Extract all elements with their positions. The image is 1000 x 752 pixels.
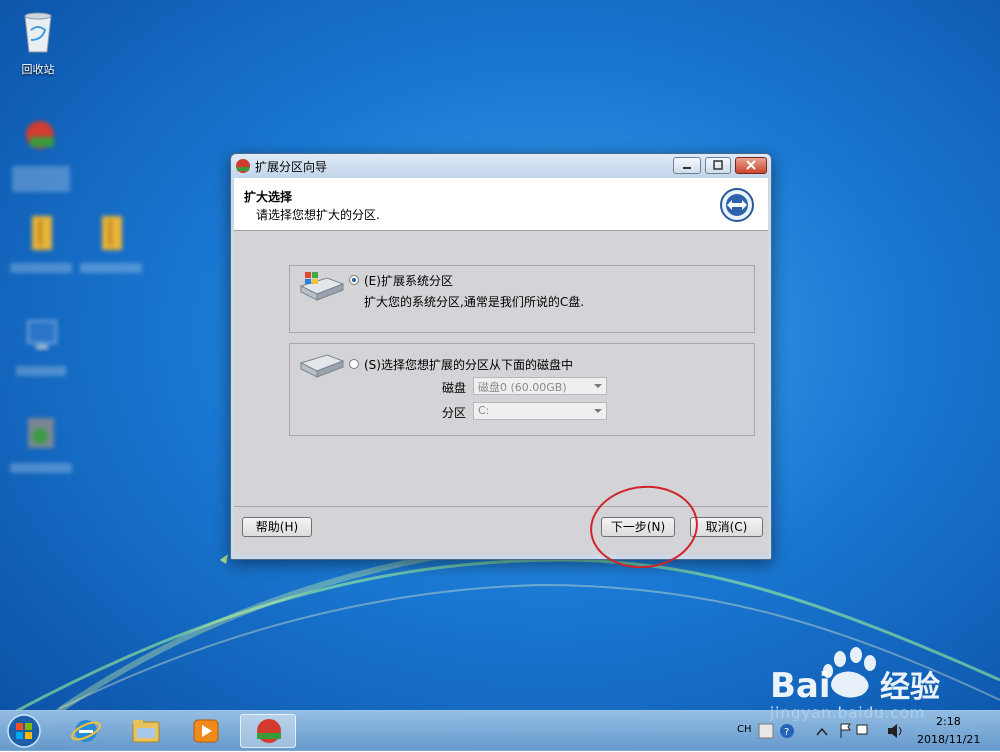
chevron-down-icon xyxy=(594,409,602,413)
title-bar[interactable]: 扩展分区向导 xyxy=(231,154,771,178)
maximize-icon xyxy=(713,160,723,170)
minimize-icon xyxy=(683,167,691,169)
disk-label: 磁盘 xyxy=(442,381,467,395)
setup-app-icon xyxy=(28,418,54,448)
disk-select[interactable]: 磁盘0 (60.00GB) xyxy=(473,377,607,395)
taskbar-media-player-button[interactable] xyxy=(178,714,234,748)
svg-text:经验: 经验 xyxy=(880,670,940,705)
window-title: 扩展分区向导 xyxy=(255,160,328,174)
radio-extend-system[interactable] xyxy=(349,275,359,285)
svg-text:?: ? xyxy=(784,727,789,738)
internet-explorer-icon xyxy=(71,720,101,742)
tray-icons: ? xyxy=(758,723,868,739)
system-drive-icon xyxy=(299,272,345,301)
partition-select[interactable]: C: xyxy=(473,402,607,420)
taskbar-explorer-button[interactable] xyxy=(118,714,174,748)
folder-zip-icon xyxy=(32,216,52,250)
folder-zip-icon xyxy=(102,216,122,250)
disk-select-value: 磁盘0 (60.00GB) xyxy=(478,381,567,394)
clock-time[interactable]: 2:18 xyxy=(936,715,961,728)
partition-select-value: C: xyxy=(478,404,490,417)
language-indicator[interactable]: CH xyxy=(737,724,752,735)
svg-text:Bai: Bai xyxy=(770,666,831,706)
partition-app-icon xyxy=(26,121,54,149)
resize-arrows-icon xyxy=(720,188,754,222)
partition-app-icon xyxy=(236,159,250,173)
page-title: 扩大选择 xyxy=(244,190,293,204)
desktop-shortcut-3[interactable] xyxy=(76,210,146,273)
partition-app-icon xyxy=(257,719,281,743)
desktop-shortcut-1[interactable] xyxy=(6,113,76,192)
desktop-shortcut-2[interactable] xyxy=(6,210,76,273)
chevron-down-icon xyxy=(594,384,602,388)
option-extend-system-label[interactable]: (E)扩展系统分区 xyxy=(364,272,453,289)
help-button[interactable]: 帮助(H) xyxy=(242,517,312,537)
close-icon xyxy=(746,160,756,170)
keyboard-icon xyxy=(758,723,774,739)
volume-icon[interactable] xyxy=(885,721,905,741)
network-icon xyxy=(856,724,868,735)
cancel-button[interactable]: 取消(C) xyxy=(690,517,763,537)
taskbar-partition-app-button[interactable] xyxy=(240,714,296,748)
partition-label: 分区 xyxy=(442,406,467,420)
hard-drive-icon xyxy=(299,354,345,378)
clock-date[interactable]: 2018/11/21 xyxy=(917,733,980,746)
recycle-bin-label: 回收站 xyxy=(21,63,55,76)
trash-icon xyxy=(24,12,52,53)
flag-icon xyxy=(840,723,851,738)
desktop-shortcut-5[interactable] xyxy=(6,410,76,473)
recycle-bin-icon[interactable]: 回收站 xyxy=(3,8,73,77)
computer-icon xyxy=(27,320,57,349)
chevron-up-icon xyxy=(816,727,828,736)
taskbar: CH ? 2:18 2018/11/21 xyxy=(0,710,1000,751)
media-player-icon xyxy=(193,719,219,743)
minimize-button[interactable] xyxy=(673,157,701,174)
extend-partition-wizard-window: 扩展分区向导 扩大选择 请选择您想扩大的分区. (E)扩展系统分区 扩大您的系统… xyxy=(230,153,772,560)
desktop: 回收站 扩展分区向导 扩大选择 请选择您想扩大的分区. (E)扩展系统分区 扩大… xyxy=(0,0,1000,750)
desktop-shortcut-4[interactable] xyxy=(6,313,76,376)
option-select-partition-label[interactable]: (S)选择您想扩展的分区从下面的磁盘中 xyxy=(364,356,573,373)
radio-select-partition[interactable] xyxy=(349,359,359,369)
option-extend-system-desc: 扩大您的系统分区,通常是我们所说的C盘. xyxy=(364,295,585,309)
folder-icon xyxy=(132,720,160,743)
wizard-header: 扩大选择 请选择您想扩大的分区. xyxy=(234,178,768,231)
start-button[interactable] xyxy=(4,713,44,749)
wizard-client-area: 扩大选择 请选择您想扩大的分区. (E)扩展系统分区 扩大您的系统分区,通常是我… xyxy=(234,178,768,555)
close-button[interactable] xyxy=(735,157,767,174)
page-subtitle: 请选择您想扩大的分区. xyxy=(256,208,380,222)
taskbar-ie-button[interactable] xyxy=(58,714,114,748)
maximize-button[interactable] xyxy=(705,157,731,174)
